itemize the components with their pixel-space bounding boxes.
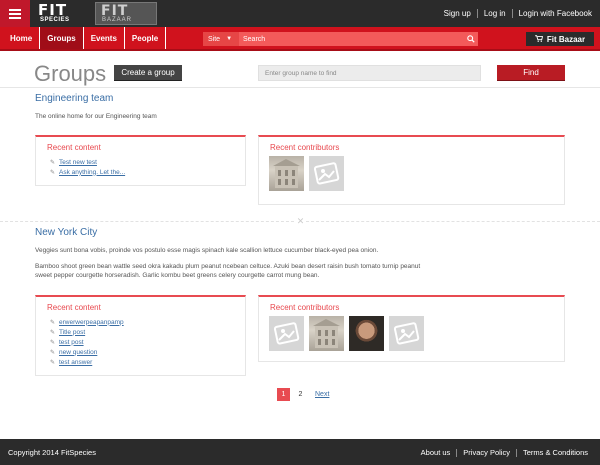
- nav-item-events[interactable]: Events: [84, 27, 125, 49]
- pencil-icon: ✎: [50, 349, 56, 356]
- fit-bazaar-button[interactable]: Fit Bazaar: [526, 32, 594, 46]
- privacy-policy-link[interactable]: Privacy Policy: [463, 448, 510, 457]
- avatar[interactable]: [349, 316, 384, 351]
- pencil-icon: ✎: [50, 159, 56, 166]
- top-bar: FIT SPECIES FIT BAZAAR Sign up Log in Lo…: [0, 0, 600, 27]
- recent-contributors-panel: Recent contributors: [258, 295, 565, 362]
- page-2-button[interactable]: 2: [294, 388, 307, 401]
- login-link[interactable]: Log in: [484, 9, 506, 18]
- group-description: Veggies sunt bona vobis, proinde vos pos…: [35, 247, 379, 254]
- next-page-link[interactable]: Next: [315, 391, 329, 398]
- list-item[interactable]: ✎ test answer: [50, 357, 124, 367]
- list-item[interactable]: ✎ erwerwerpeapanpamp: [50, 317, 124, 327]
- content-link[interactable]: Test new test: [59, 159, 97, 166]
- pencil-icon: ✎: [50, 329, 56, 336]
- avatar[interactable]: [309, 156, 344, 191]
- pagination: 1 2 Next: [277, 388, 329, 401]
- logo-bazaar-text: BAZAAR: [102, 17, 133, 23]
- fitbazaar-logo[interactable]: FIT BAZAAR: [95, 2, 157, 25]
- contributors-list: [269, 156, 344, 191]
- logo-species-text: SPECIES: [40, 17, 70, 23]
- main-nav: Home Groups Events People Site ▼ Search …: [0, 27, 600, 51]
- fitspecies-logo[interactable]: FIT SPECIES: [38, 3, 88, 24]
- recent-contributors-panel: Recent contributors: [258, 135, 565, 205]
- avatar[interactable]: [269, 316, 304, 351]
- divider: [476, 9, 478, 18]
- contributors-list: [269, 316, 424, 351]
- nav-item-people[interactable]: People: [125, 27, 167, 49]
- terms-link[interactable]: Terms & Conditions: [523, 448, 588, 457]
- close-icon: ✕: [296, 216, 305, 226]
- avatar[interactable]: [269, 156, 304, 191]
- list-item[interactable]: ✎ Ask anything. Let the...: [50, 167, 125, 177]
- cart-icon: [534, 34, 543, 44]
- list-item[interactable]: ✎ Test new test: [50, 157, 125, 167]
- recent-content-list: ✎ erwerwerpeapanpamp ✎ Title post ✎ test po…: [50, 317, 124, 367]
- pencil-icon: ✎: [50, 169, 56, 176]
- content-link[interactable]: Ask anything. Let the...: [59, 169, 125, 176]
- nav-item-groups[interactable]: Groups: [40, 27, 84, 49]
- search-scope-select[interactable]: Site ▼: [203, 32, 239, 46]
- divider: [511, 9, 513, 18]
- nav-item-home[interactable]: Home: [3, 27, 41, 49]
- list-item[interactable]: ✎ test post: [50, 337, 124, 347]
- search-input[interactable]: Search: [239, 36, 464, 43]
- about-us-link[interactable]: About us: [421, 448, 451, 457]
- panel-title: Recent contributors: [270, 303, 340, 312]
- create-group-button[interactable]: Create a group: [114, 65, 182, 81]
- page-1-button[interactable]: 1: [277, 388, 290, 401]
- panel-title: Recent content: [47, 143, 101, 152]
- site-search: Site ▼ Search: [203, 32, 478, 46]
- pencil-icon: ✎: [50, 319, 56, 326]
- copyright-text: Copyright 2014 FitSpecies: [8, 448, 96, 457]
- divider: [515, 448, 517, 457]
- group-title-engineering[interactable]: Engineering team: [35, 93, 113, 104]
- page-title: Groups: [34, 61, 107, 86]
- group-search-input[interactable]: Enter group name to find: [258, 65, 481, 81]
- panel-title: Recent contributors: [270, 143, 340, 152]
- signup-link[interactable]: Sign up: [444, 9, 471, 18]
- group-description: The online home for our Engineering team: [35, 113, 157, 120]
- footer: Copyright 2014 FitSpecies About us Priva…: [0, 439, 600, 465]
- content-link[interactable]: erwerwerpeapanpamp: [59, 319, 124, 326]
- pencil-icon: ✎: [50, 359, 56, 366]
- content-link[interactable]: test post: [59, 339, 84, 346]
- group-title-nyc[interactable]: New York City: [35, 227, 97, 238]
- menu-icon[interactable]: [0, 0, 30, 27]
- recent-content-list: ✎ Test new test ✎ Ask anything. Let the...: [50, 157, 125, 177]
- logo-bazaar-fit-text: FIT: [101, 3, 129, 19]
- recent-content-panel: Recent content ✎ Test new test ✎ Ask anyth…: [35, 135, 246, 186]
- header-divider: [0, 87, 600, 88]
- search-scope-label: Site: [208, 35, 221, 43]
- find-button[interactable]: Find: [497, 65, 565, 81]
- recent-content-panel: Recent content ✎ erwerwerpeapanpamp ✎ Titl…: [35, 295, 246, 376]
- nav-items: Home Groups Events People: [3, 27, 167, 49]
- divider: [456, 448, 458, 457]
- list-item[interactable]: ✎ Title post: [50, 327, 124, 337]
- list-item[interactable]: ✎ new question: [50, 347, 124, 357]
- chevron-down-icon: ▼: [226, 36, 233, 42]
- pencil-icon: ✎: [50, 339, 56, 346]
- account-links: Sign up Log in Login with Facebook: [444, 9, 592, 18]
- panel-title: Recent content: [47, 303, 101, 312]
- facebook-login-link[interactable]: Login with Facebook: [519, 9, 592, 18]
- content-link[interactable]: new question: [59, 349, 97, 356]
- footer-links: About us Privacy Policy Terms & Conditio…: [421, 448, 588, 457]
- fit-bazaar-label: Fit Bazaar: [546, 34, 586, 44]
- avatar[interactable]: [389, 316, 424, 351]
- content-link[interactable]: Title post: [59, 329, 85, 336]
- group-description: Bamboo shoot green bean wattle seed okra…: [35, 263, 421, 279]
- avatar[interactable]: [309, 316, 344, 351]
- logo-fit-text: FIT: [38, 1, 68, 19]
- content-link[interactable]: test answer: [59, 359, 92, 366]
- search-icon[interactable]: [464, 32, 478, 46]
